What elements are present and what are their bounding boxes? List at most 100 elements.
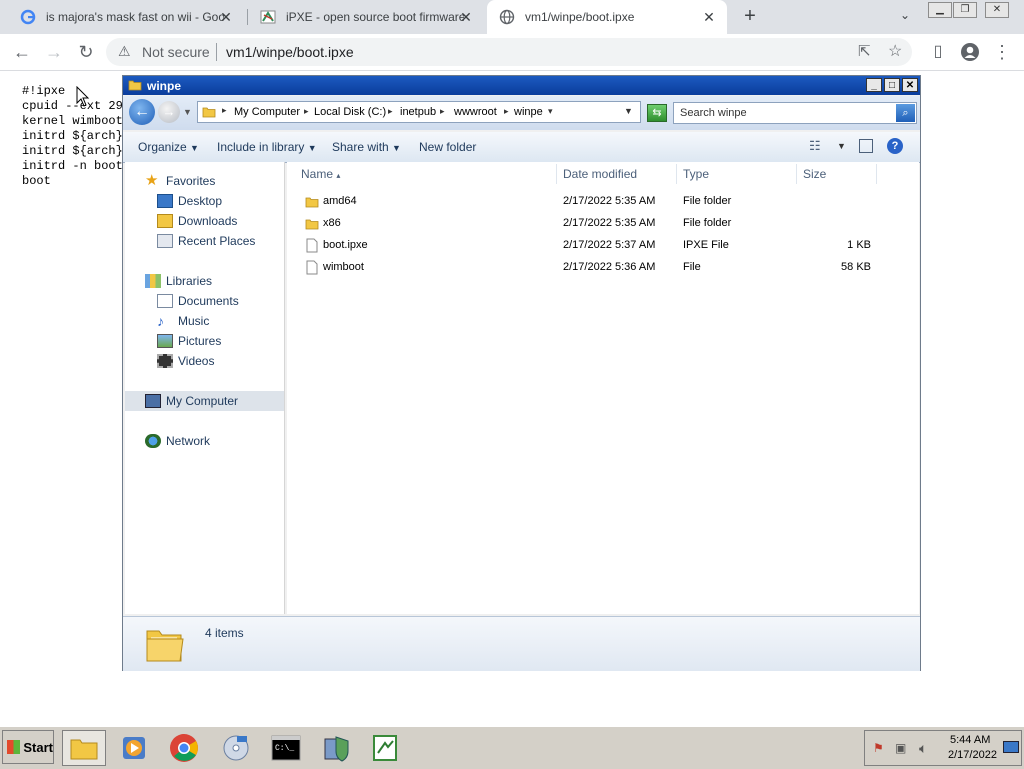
chevron-down-icon[interactable]: ▼ [183, 107, 192, 117]
taskbar-explorer[interactable] [62, 730, 106, 766]
taskbar-command-prompt[interactable]: C:\_ [264, 730, 308, 766]
forward-button[interactable]: → [158, 101, 180, 123]
close-button[interactable]: ✕ [902, 78, 918, 92]
minimize-button[interactable]: ▁ [928, 2, 952, 18]
close-icon[interactable]: ✕ [458, 9, 474, 25]
clock-date[interactable]: 2/17/2022 [948, 749, 997, 761]
taskbar-chrome[interactable] [162, 730, 206, 766]
bookmark-star-icon[interactable]: ☆ [888, 41, 902, 61]
file-icon [306, 260, 318, 278]
column-header-name[interactable]: Name ▴ [295, 164, 557, 184]
view-options-icon[interactable]: ☷ [809, 138, 821, 154]
refresh-icon[interactable]: ⇆ [647, 104, 667, 122]
code-line: #!ipxe [22, 84, 66, 98]
warning-icon: ⚠ [118, 43, 131, 59]
preview-pane-icon[interactable] [859, 139, 873, 153]
nav-network[interactable]: Network [145, 432, 210, 450]
column-header-type[interactable]: Type [677, 164, 797, 184]
close-icon[interactable]: ✕ [218, 9, 234, 25]
taskbar-media-player[interactable] [112, 730, 156, 766]
network-tray-icon[interactable]: ▣ [895, 741, 906, 755]
folder-icon [145, 623, 185, 668]
nav-pictures[interactable]: Pictures [157, 332, 221, 350]
taskbar-disc-tool[interactable] [214, 730, 258, 766]
nav-favorites[interactable]: ★ Favorites [145, 172, 215, 190]
breadcrumb[interactable]: ▸ My Computer ▸ Local Disk (C:) ▸ inetpu… [197, 101, 641, 123]
explorer-title-bar[interactable]: winpe _ □ ✕ [123, 76, 920, 95]
chevron-down-icon[interactable]: ▼ [837, 141, 846, 151]
taskbar-notepad[interactable] [364, 730, 408, 766]
breadcrumb-winpe[interactable]: winpe [514, 106, 543, 118]
taskbar-admin-tools[interactable] [314, 730, 358, 766]
tab-title: iPXE - open source boot firmware [ [286, 10, 464, 24]
reload-button[interactable]: ↻ [74, 40, 98, 64]
system-tray: ⚑ ▣ 🔈︎ [864, 730, 1022, 766]
side-panel-icon[interactable]: ▯ [926, 40, 950, 64]
address-bar[interactable]: ⚠ Not secure vm1/winpe/boot.ipxe ⇱ ☆ [106, 38, 912, 66]
table-row[interactable]: boot.ipxe 2/17/2022 5:37 AM IPXE File 1 … [287, 235, 919, 257]
new-folder-button[interactable]: New folder [419, 140, 476, 154]
breadcrumb-wwwroot[interactable]: wwwroot [454, 106, 497, 118]
close-icon[interactable]: ✕ [701, 9, 717, 25]
nav-my-computer[interactable]: My Computer [125, 391, 284, 411]
nav-music[interactable]: ♪ Music [157, 312, 209, 330]
code-line: boot [22, 174, 51, 188]
folder-icon [128, 78, 142, 95]
volume-icon[interactable]: 🔈︎ [919, 740, 927, 757]
search-icon[interactable]: ⌕ [896, 104, 915, 122]
organize-button[interactable]: Organize ▼ [138, 140, 199, 154]
restore-button[interactable]: ❐ [953, 2, 977, 18]
chevron-down-icon[interactable]: ⌄ [896, 8, 914, 26]
file-name: amd64 [323, 195, 357, 207]
google-icon [20, 9, 36, 25]
nav-desktop[interactable]: Desktop [157, 192, 222, 210]
show-desktop-icon[interactable] [1003, 741, 1019, 753]
browser-toolbar: ← → ↻ ⚠ Not secure vm1/winpe/boot.ipxe ⇱… [0, 34, 1024, 71]
tab-title: is majora's mask fast on wii - Googl [46, 10, 224, 24]
ipxe-icon [260, 9, 276, 25]
file-name: wimboot [323, 261, 364, 273]
url-text[interactable]: vm1/winpe/boot.ipxe [226, 44, 354, 60]
breadcrumb-local-disk[interactable]: Local Disk (C:) [314, 106, 386, 118]
breadcrumb-inetpub[interactable]: inetpub [400, 106, 436, 118]
command-bar: Organize ▼ Include in library ▼ Share wi… [123, 132, 920, 163]
clock-time[interactable]: 5:44 AM [950, 734, 990, 746]
column-header-size[interactable]: Size [797, 164, 877, 184]
libraries-icon [145, 274, 161, 288]
tab-google-search[interactable]: is majora's mask fast on wii - Googl ✕ [8, 0, 244, 34]
new-tab-button[interactable]: + [740, 6, 760, 26]
back-button[interactable]: ← [129, 99, 155, 125]
nav-libraries[interactable]: Libraries [145, 272, 212, 290]
file-type: File folder [683, 217, 732, 229]
minimize-button[interactable]: _ [866, 78, 882, 92]
maximize-button[interactable]: □ [884, 78, 900, 92]
help-icon[interactable]: ? [887, 138, 903, 154]
share-with-button[interactable]: Share with ▼ [332, 140, 401, 154]
start-button[interactable]: Start [2, 730, 54, 764]
action-center-flag-icon[interactable]: ⚑ [873, 741, 884, 755]
chevron-down-icon[interactable]: ▼ [624, 106, 633, 116]
folder-icon [70, 739, 98, 760]
windows-logo-icon [7, 740, 21, 754]
nav-documents[interactable]: Documents [157, 292, 239, 310]
menu-kebab-icon[interactable]: ⋮ [990, 40, 1014, 64]
security-label[interactable]: Not secure [142, 44, 210, 60]
column-header-date[interactable]: Date modified [557, 164, 677, 184]
close-button[interactable]: ✕ [985, 2, 1009, 18]
tab-title: vm1/winpe/boot.ipxe [525, 10, 635, 24]
tab-boot-ipxe[interactable]: vm1/winpe/boot.ipxe ✕ [487, 0, 727, 34]
nav-videos[interactable]: Videos [157, 352, 214, 370]
forward-button[interactable]: → [42, 40, 66, 64]
breadcrumb-my-computer[interactable]: My Computer [234, 106, 300, 118]
nav-recent-places[interactable]: Recent Places [157, 232, 255, 250]
search-input[interactable]: Search winpe ⌕ [673, 102, 917, 124]
back-button[interactable]: ← [10, 40, 34, 64]
include-in-library-button[interactable]: Include in library ▼ [217, 140, 317, 154]
tab-ipxe[interactable]: iPXE - open source boot firmware [ ✕ [248, 0, 484, 34]
table-row[interactable]: amd64 2/17/2022 5:35 AM File folder [287, 191, 919, 213]
table-row[interactable]: x86 2/17/2022 5:35 AM File folder [287, 213, 919, 235]
nav-downloads[interactable]: Downloads [157, 212, 237, 230]
table-row[interactable]: wimboot 2/17/2022 5:36 AM File 58 KB [287, 257, 919, 279]
share-icon[interactable]: ⇱ [858, 42, 871, 60]
profile-avatar[interactable] [958, 40, 982, 64]
